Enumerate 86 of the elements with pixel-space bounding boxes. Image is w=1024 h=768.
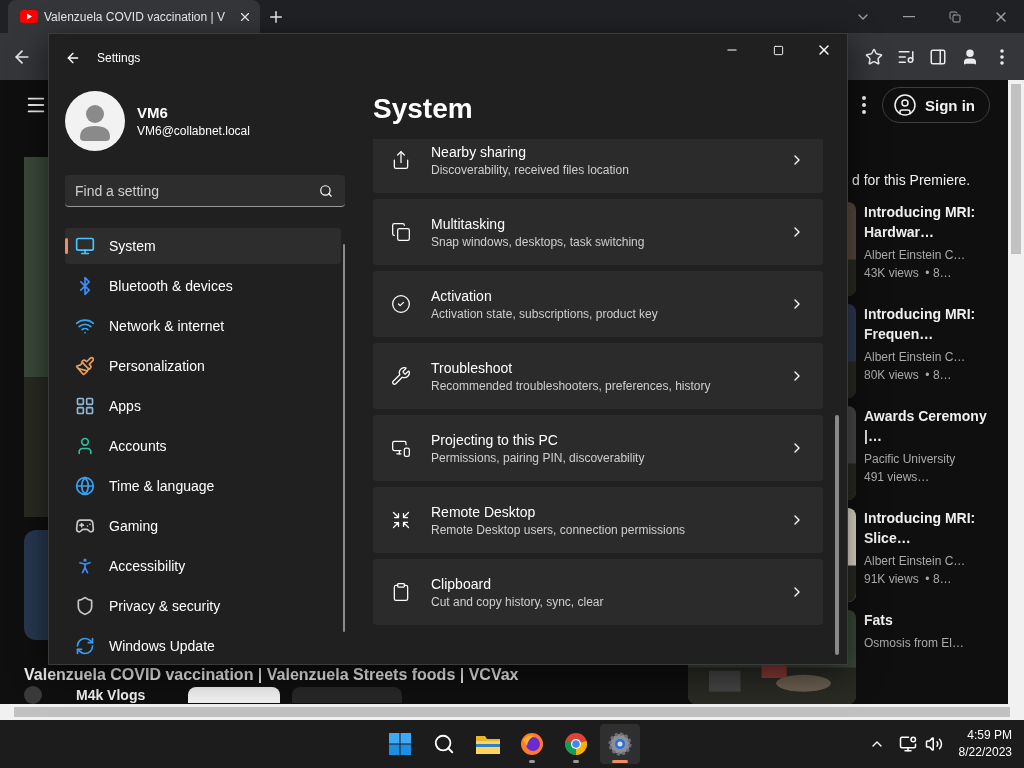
window-title: Settings — [97, 50, 141, 65]
nav-item[interactable]: Gaming — [65, 508, 341, 544]
shield-icon — [75, 596, 95, 616]
video-title: Valenzuela COVID vaccination | Valenzuela Streets foods | VCVax — [24, 666, 520, 684]
menu-dots-icon — [862, 96, 866, 114]
scrollbar-thumb[interactable] — [835, 415, 839, 655]
channel-name: Albert Einstein C… — [864, 349, 967, 366]
search-field[interactable]: Find a setting — [65, 175, 345, 207]
channel-name: Albert Einstein C… — [864, 553, 967, 570]
settings-card[interactable]: Projecting to this PC Permissions, pairing PIN, discoverability — [373, 415, 823, 481]
video-link[interactable]: Introducing MRI: Hardwar… — [864, 202, 1004, 242]
video-link[interactable]: Introducing MRI: Frequen… — [864, 304, 1004, 344]
gear-icon — [608, 732, 632, 756]
settings-card[interactable]: Nearby sharing Discoverability, received files location — [373, 139, 823, 193]
settings-card[interactable]: Multitasking Snap windows, desktops, task switching — [373, 199, 823, 265]
user-email: VM6@collabnet.local — [137, 124, 250, 138]
search-icon — [319, 184, 333, 198]
arrows-icon — [391, 510, 411, 530]
apps-grid-icon — [75, 396, 95, 416]
scrollbar[interactable] — [343, 244, 345, 632]
nav-item[interactable]: Apps — [65, 388, 341, 424]
clock-date[interactable]: 8/22/2023 — [958, 744, 1012, 761]
nav-item[interactable]: Privacy & security — [65, 588, 341, 624]
restore-icon — [949, 10, 961, 23]
screens-icon — [391, 438, 411, 458]
gamepad-icon — [75, 516, 95, 536]
side-panel-icon — [929, 47, 947, 66]
user-name: VM6 — [137, 104, 169, 121]
chrome-icon — [564, 732, 588, 756]
network-icon[interactable] — [898, 735, 917, 753]
vertical-scrollbar[interactable] — [1008, 80, 1024, 704]
fox-globe-icon — [520, 732, 544, 756]
volume-icon[interactable] — [924, 735, 943, 753]
minimize-icon — [903, 15, 915, 18]
selection-accent — [65, 238, 68, 254]
settings-card[interactable]: Clipboard Cut and copy history, sync, clear — [373, 559, 823, 625]
folder-icon — [475, 733, 501, 755]
maximize-icon — [772, 44, 784, 56]
video-link[interactable]: Fats — [864, 610, 1004, 630]
subscribe-pill[interactable] — [188, 687, 280, 703]
refresh-icon — [75, 636, 95, 656]
nav-item[interactable]: Time & language — [65, 468, 341, 504]
nav-item[interactable]: Personalization — [65, 348, 341, 384]
wrench-icon — [391, 366, 411, 386]
channel-name: Albert Einstein C… — [864, 247, 967, 264]
check-circle-icon — [391, 294, 411, 314]
video-link[interactable]: Introducing MRI: Slice… — [864, 508, 1004, 548]
browser-tab[interactable]: Valenzuela COVID vaccination | V — [8, 0, 260, 33]
nav-item[interactable]: System — [65, 228, 341, 264]
star-icon — [865, 47, 883, 66]
user-avatar — [65, 91, 125, 151]
horizontal-scrollbar[interactable] — [0, 704, 1024, 720]
nav-item[interactable]: Network & internet — [65, 308, 341, 344]
view-count: 491 views… — [864, 469, 931, 486]
view-count: 80K views • 8… — [864, 367, 953, 384]
paintbrush-icon — [75, 356, 95, 376]
view-count: 43K views • 8… — [864, 265, 953, 282]
clipboard-icon — [391, 582, 411, 602]
windows-icon — [391, 222, 411, 242]
clock-time[interactable]: 4:59 PM — [967, 727, 1012, 744]
chat-notice: d for this Premiere. — [852, 172, 972, 190]
person-icon — [75, 436, 95, 456]
menu-dots-icon — [1000, 48, 1004, 65]
nav-item[interactable]: Windows Update — [65, 628, 341, 664]
globe-icon — [75, 476, 95, 496]
channel-name: Osmosis from El… — [864, 635, 965, 652]
search-icon — [433, 733, 455, 755]
person-circle-icon — [893, 93, 917, 117]
settings-card[interactable]: Activation Activation state, subscriptions, product key — [373, 271, 823, 337]
share-icon — [391, 150, 411, 170]
view-count: 91K views • 8… — [864, 571, 953, 588]
page-title: System — [373, 93, 474, 126]
channel-avatar — [24, 686, 42, 704]
nav-item[interactable]: Bluetooth & devices — [65, 268, 341, 304]
video-link[interactable]: Awards Ceremony |… — [864, 406, 1004, 446]
monitor-icon — [75, 236, 95, 256]
play-logo-icon — [20, 10, 38, 23]
wifi-icon — [75, 316, 95, 336]
windows-logo-icon — [388, 732, 412, 756]
nav-item[interactable]: Accounts — [65, 428, 341, 464]
channel-name[interactable]: M4k Vlogs — [76, 687, 176, 703]
channel-name: Pacific University — [864, 451, 957, 468]
settings-card[interactable]: Troubleshoot Recommended troubleshooters, preferences, history — [373, 343, 823, 409]
person-icon — [961, 47, 979, 66]
settings-card[interactable]: Remote Desktop Remote Desktop users, connection permissions — [373, 487, 823, 553]
nav-item[interactable]: Accessibility — [65, 548, 341, 584]
